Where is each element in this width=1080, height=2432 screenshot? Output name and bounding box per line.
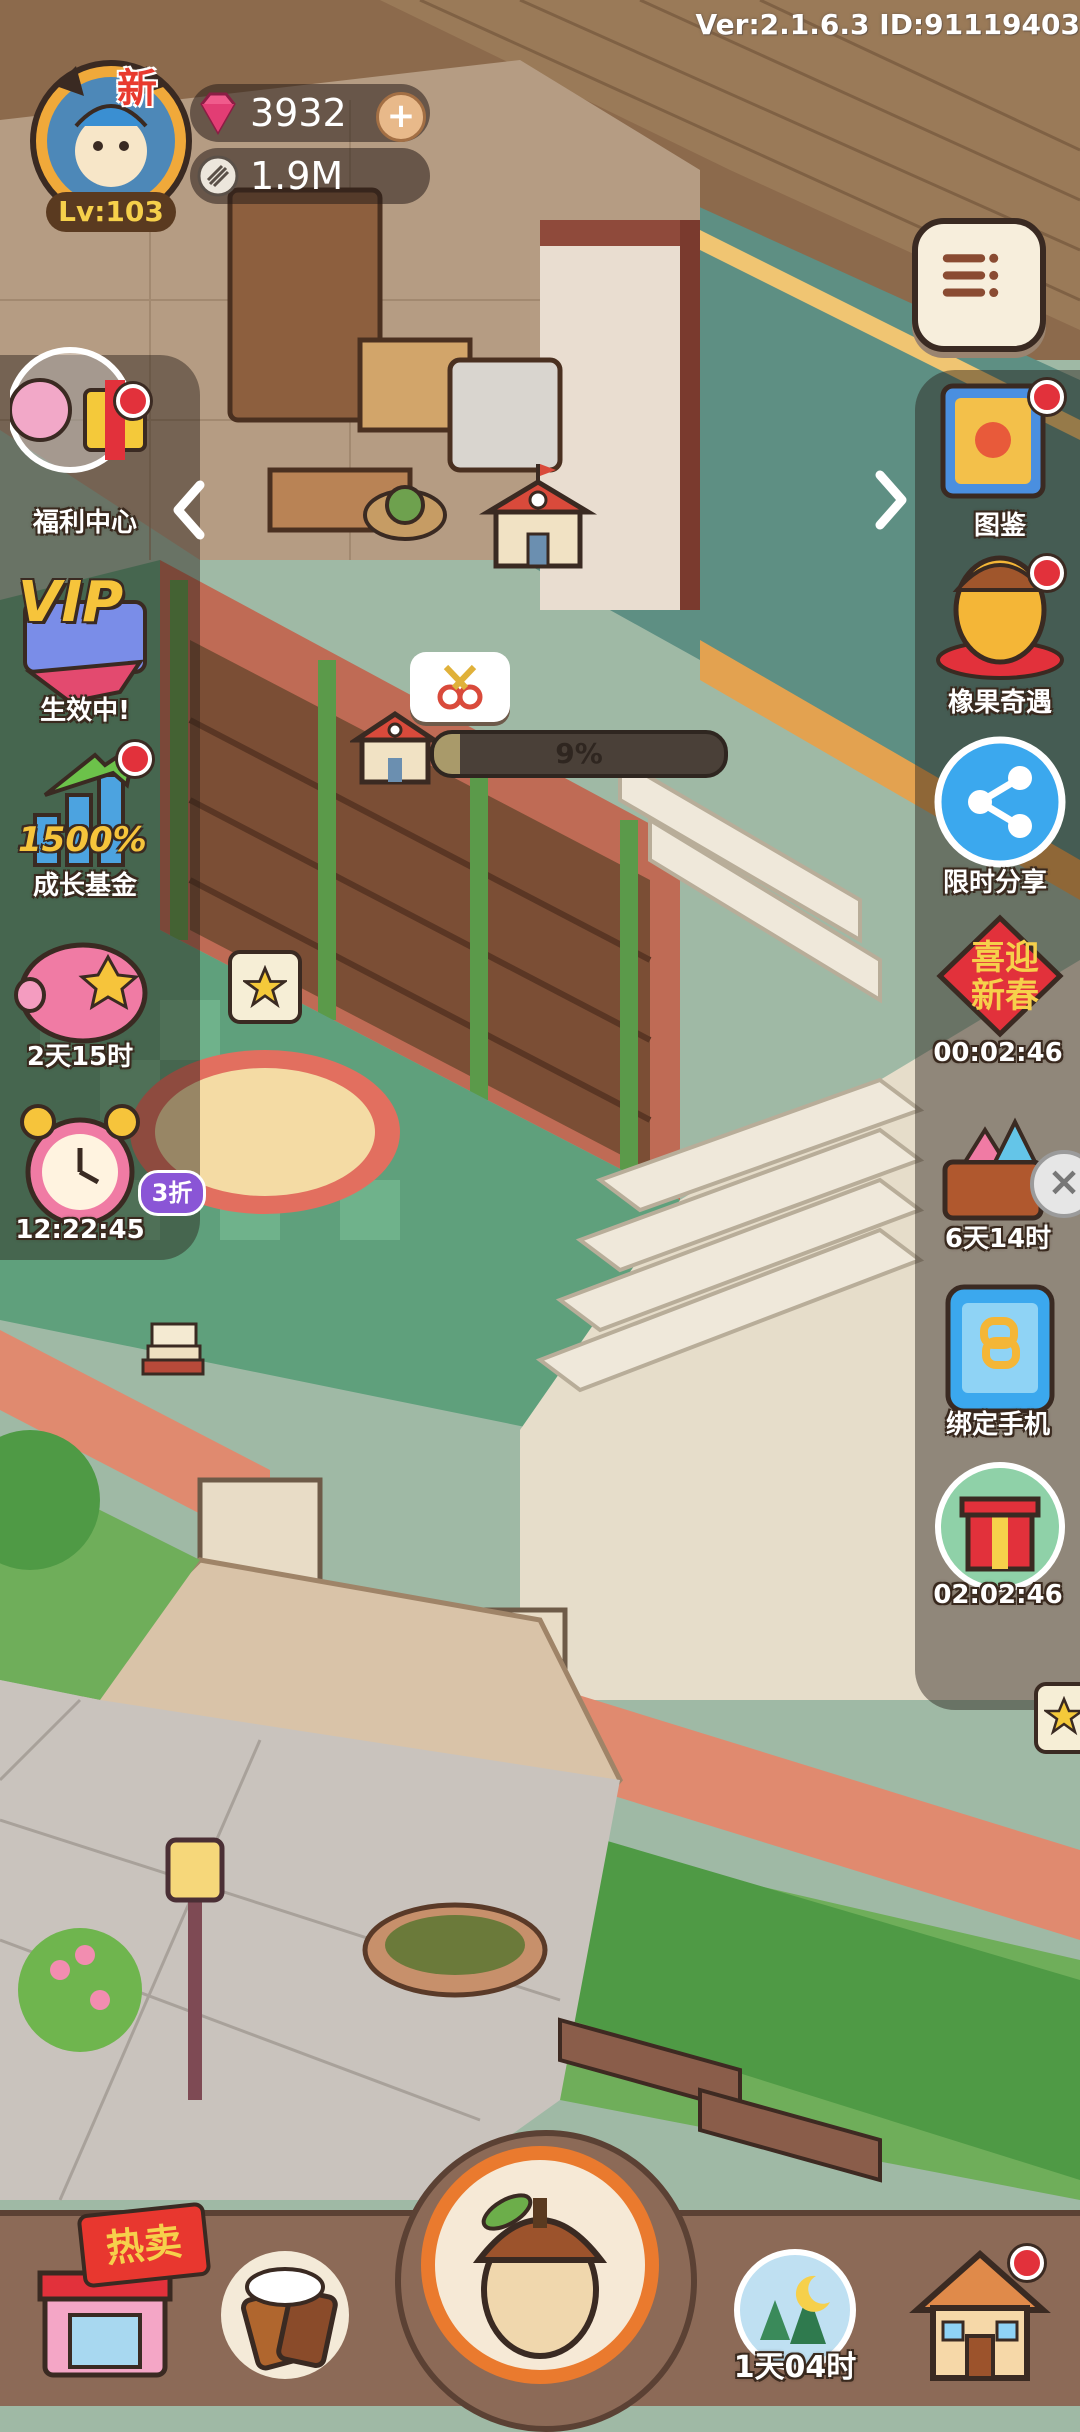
school-building-icon[interactable]: [478, 462, 598, 582]
gem-icon: [194, 90, 242, 136]
right-item-label: 绑定手机: [945, 1410, 1050, 1440]
share-icon[interactable]: [928, 730, 1078, 880]
player-level: Lv:103: [46, 192, 176, 232]
right-item-label: 6天14时: [944, 1224, 1052, 1254]
hot-sale-tag: 热卖: [76, 2201, 212, 2289]
notification-dot: [1030, 556, 1064, 590]
progress-bar: 9%: [430, 730, 728, 778]
acorn-coin-icon: [196, 154, 240, 198]
new-badge: 新: [117, 66, 157, 112]
building-progress: 9%: [347, 700, 730, 790]
bind-phone-icon[interactable]: [928, 1275, 1078, 1425]
progress-label: 9%: [555, 737, 603, 770]
left-item-label: 12:22:45: [15, 1215, 145, 1245]
notification-dot: [118, 742, 152, 776]
right-item-label: 限时分享: [942, 868, 1047, 898]
acorn-icon: [421, 2146, 659, 2384]
left-item-label: 福利中心: [32, 508, 137, 538]
left-item-label: 成长基金: [32, 871, 137, 901]
growth-fund-badge: 1500%: [18, 820, 147, 860]
notification-dot: [1010, 2246, 1044, 2280]
festival-text-bottom: 新春: [971, 976, 1039, 1016]
cheers-button[interactable]: [210, 2235, 360, 2385]
right-item-label: 橡果奇遇: [947, 688, 1052, 718]
notification-dot: [1030, 380, 1064, 414]
cheers-mug-icon: [221, 2251, 349, 2379]
menu-button[interactable]: [912, 218, 1046, 352]
version-text: Ver:2.1.6.3 ID:91119403: [695, 8, 1080, 41]
plant-crate-icon[interactable]: [360, 475, 450, 545]
right-item-label: 00:02:46: [933, 1038, 1063, 1068]
right-item-label: 图鉴: [973, 511, 1026, 541]
forest-timer: 1天04时: [733, 2350, 857, 2385]
star-marker-icon[interactable]: [228, 950, 302, 1024]
acorn-count: 1.9M: [250, 154, 344, 198]
vip-badge: VIP: [18, 570, 124, 635]
gem-count: 3932: [250, 91, 347, 135]
left-item-label: 2天15时: [26, 1042, 134, 1072]
notification-dot: [116, 384, 150, 418]
menu-icon: [942, 253, 999, 298]
add-gems-button[interactable]: +: [376, 92, 426, 142]
left-item-label: 生效中!: [40, 696, 130, 726]
discount-tag: 3折: [138, 1170, 206, 1216]
acorn-main-button[interactable]: [415, 2140, 665, 2390]
right-item-label: 02:02:46: [933, 1580, 1063, 1610]
books-stack-icon[interactable]: [138, 1310, 208, 1390]
star-marker-icon[interactable]: [1034, 1682, 1080, 1754]
school-building-small-icon: [347, 700, 443, 790]
